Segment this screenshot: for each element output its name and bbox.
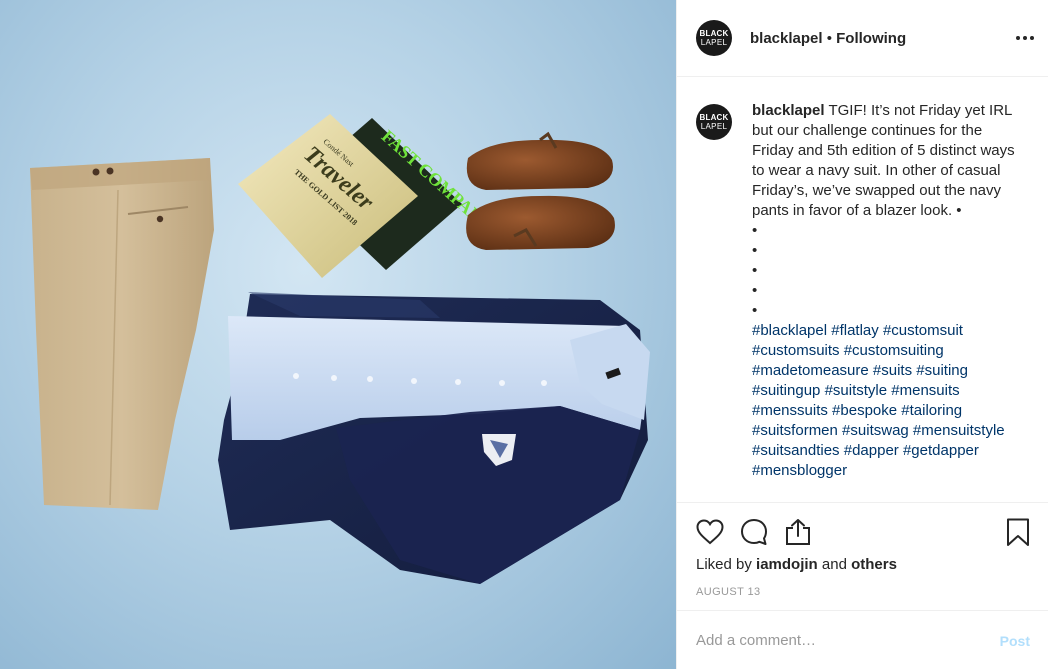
follow-status-button[interactable]: Following <box>836 30 906 47</box>
caption-avatar[interactable]: BLACK LAPEL <box>696 104 732 140</box>
likes-prefix: Liked by <box>696 556 757 573</box>
post-actions: Liked by iamdojin and others AUGUST 13 P… <box>677 502 1048 669</box>
hashtag-link[interactable]: #suiting <box>916 362 968 379</box>
caption: BLACK LAPEL blacklapel TGIF! It’s not Fr… <box>696 101 1038 481</box>
hashtag-link[interactable]: #mensblogger <box>752 462 847 479</box>
more-options-icon[interactable] <box>1013 26 1037 50</box>
caption-body: TGIF! It’s not Friday yet IRL but our ch… <box>752 102 1015 219</box>
comment-icon[interactable] <box>739 517 769 547</box>
hashtag-link[interactable]: #blacklapel <box>752 322 827 339</box>
post-photo[interactable]: FAST COMPANY Condé Nast Traveler THE GOL… <box>0 0 676 669</box>
header-username[interactable]: blacklapel <box>750 30 823 47</box>
share-icon[interactable] <box>783 517 813 547</box>
hashtag-link[interactable]: #customsuiting <box>844 342 944 359</box>
caption-username[interactable]: blacklapel <box>752 102 825 119</box>
comments-section[interactable]: BLACK LAPEL blacklapel TGIF! It’s not Fr… <box>677 78 1048 502</box>
hashtag-link[interactable]: #suitswag <box>842 422 909 439</box>
header-separator: • <box>822 29 837 47</box>
hashtag-link[interactable]: #tailoring <box>901 402 962 419</box>
caption-dot: • <box>752 302 758 319</box>
caption-text: blacklapel TGIF! It’s not Friday yet IRL… <box>752 101 1022 481</box>
heart-icon[interactable] <box>695 517 725 547</box>
hashtag-link[interactable]: #dapper <box>844 442 899 459</box>
hashtag-link[interactable]: #mensuitstyle <box>913 422 1005 439</box>
hashtag-link[interactable]: #suitstyle <box>825 382 888 399</box>
hashtag-link[interactable]: #mensuits <box>891 382 959 399</box>
avatar-text-top: BLACK <box>699 113 729 122</box>
action-icons <box>695 517 1035 549</box>
likes-summary: Liked by iamdojin and others <box>696 556 897 573</box>
hashtag-link[interactable]: #bespoke <box>832 402 897 419</box>
likes-others-link[interactable]: others <box>851 556 897 573</box>
hashtag-link[interactable]: #madetomeasure <box>752 362 869 379</box>
hashtag-link[interactable]: #menssuits <box>752 402 828 419</box>
shoes <box>466 131 615 250</box>
hashtag-link[interactable]: #suitsformen <box>752 422 838 439</box>
avatar-text-top: BLACK <box>699 29 729 38</box>
flatlay-illustration: FAST COMPANY Condé Nast Traveler THE GOL… <box>30 114 650 584</box>
bookmark-icon[interactable] <box>1003 517 1033 547</box>
post-comment-button[interactable]: Post <box>1000 633 1030 649</box>
avatar-text-bottom: LAPEL <box>700 122 728 131</box>
avatar[interactable]: BLACK LAPEL <box>696 20 732 56</box>
hashtag-link[interactable]: #flatlay <box>831 322 879 339</box>
caption-dot: • <box>752 242 758 259</box>
hashtag-link[interactable]: #getdapper <box>903 442 979 459</box>
hashtag-link[interactable]: #customsuits <box>752 342 840 359</box>
caption-dot: • <box>752 222 758 239</box>
avatar-text-bottom: LAPEL <box>700 38 728 47</box>
post-date[interactable]: AUGUST 13 <box>696 586 761 598</box>
post-side-panel: BLACK LAPEL blacklapel • Following BLACK… <box>676 0 1048 669</box>
likes-and: and <box>817 556 852 573</box>
liked-by-user-link[interactable]: iamdojin <box>756 556 818 573</box>
hashtag-link[interactable]: #suitsandties <box>752 442 840 459</box>
header-user: blacklapel • Following <box>750 30 906 47</box>
hashtag-link[interactable]: #suits <box>873 362 912 379</box>
post-header: BLACK LAPEL blacklapel • Following <box>677 0 1048 77</box>
hashtag-link[interactable]: #customsuit <box>883 322 963 339</box>
comment-form: Post <box>677 610 1048 669</box>
caption-dot: • <box>752 262 758 279</box>
hashtag-link[interactable]: #suitingup <box>752 382 820 399</box>
trousers <box>30 158 214 510</box>
caption-dot: • <box>752 282 758 299</box>
comment-input[interactable] <box>696 632 1000 649</box>
